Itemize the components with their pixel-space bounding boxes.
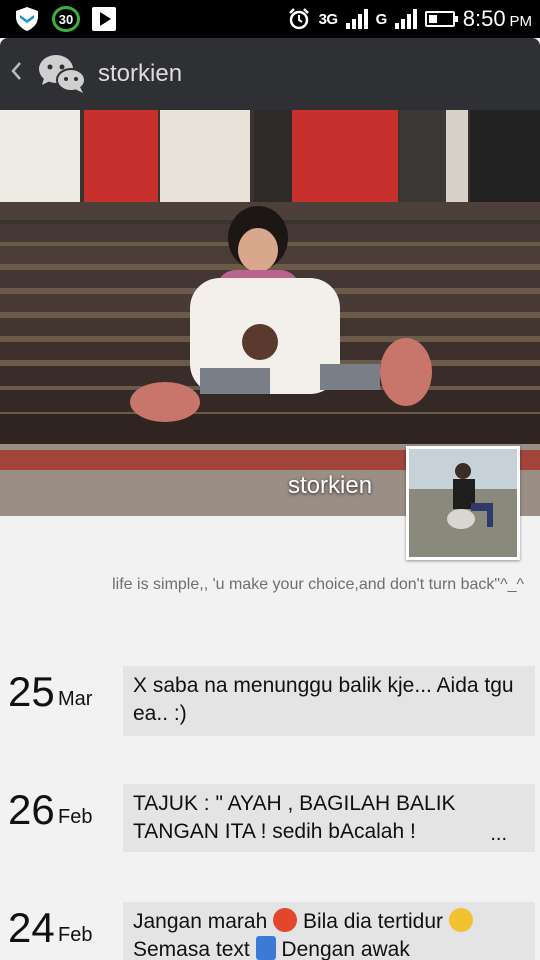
post-text-part2: Bila dia tertidur xyxy=(302,910,444,933)
network-type-label-2: G xyxy=(375,10,388,28)
profile-name: storkien xyxy=(288,472,373,499)
wechat-icon xyxy=(39,55,86,93)
more-ellipsis: ... xyxy=(490,823,507,845)
post-text-line2-part2: Dengan awak xyxy=(281,938,410,960)
post-month: Feb xyxy=(58,806,93,828)
notification-count-badge: 30 xyxy=(52,6,80,32)
page-title: storkien xyxy=(98,60,183,87)
clock-time: 8:50 xyxy=(462,6,506,31)
back-button[interactable] xyxy=(10,60,28,88)
post-card[interactable]: TAJUK : " AYAH , BAGILAH BALIK TANGAN IT… xyxy=(123,784,535,852)
post-day: 24 xyxy=(8,904,55,951)
phone-icon xyxy=(255,936,276,960)
chevron-left-icon xyxy=(11,62,21,80)
avatar[interactable] xyxy=(406,446,520,560)
play-store-icon xyxy=(92,7,116,31)
network-type-label: 3G xyxy=(318,10,339,28)
profile-signature: life is simple,, 'u make your choice,and… xyxy=(112,576,524,593)
post-text-line2-part1: Semasa text xyxy=(133,938,250,960)
post-text: TAJUK : " AYAH , BAGILAH BALIK TANGAN IT… xyxy=(133,792,456,843)
signal-strength-icon-2 xyxy=(394,9,417,29)
status-bar: 30 3G G 8:50 PM xyxy=(0,0,540,38)
clock-ampm: PM xyxy=(509,13,533,30)
alarm-clock-icon xyxy=(288,8,309,30)
post-day: 26 xyxy=(8,786,55,833)
shocked-face-icon xyxy=(448,908,473,932)
post-text: X saba na menunggu balik kje... Aida tgu… xyxy=(133,674,514,725)
battery-icon xyxy=(424,11,458,27)
post-card[interactable]: Jangan marah Bila dia tertidur Semasa te… xyxy=(123,902,535,960)
post-day: 25 xyxy=(8,668,55,715)
post-text-part1: Jangan marah xyxy=(133,910,268,933)
post-month: Mar xyxy=(58,688,93,710)
angry-face-icon xyxy=(273,908,298,932)
post-month: Feb xyxy=(58,924,93,946)
action-bar: storkien xyxy=(0,38,540,110)
shield-icon xyxy=(16,7,38,31)
signal-strength-icon xyxy=(345,9,368,29)
avatar-image xyxy=(409,449,517,557)
post-card[interactable]: X saba na menunggu balik kje... Aida tgu… xyxy=(123,666,535,736)
